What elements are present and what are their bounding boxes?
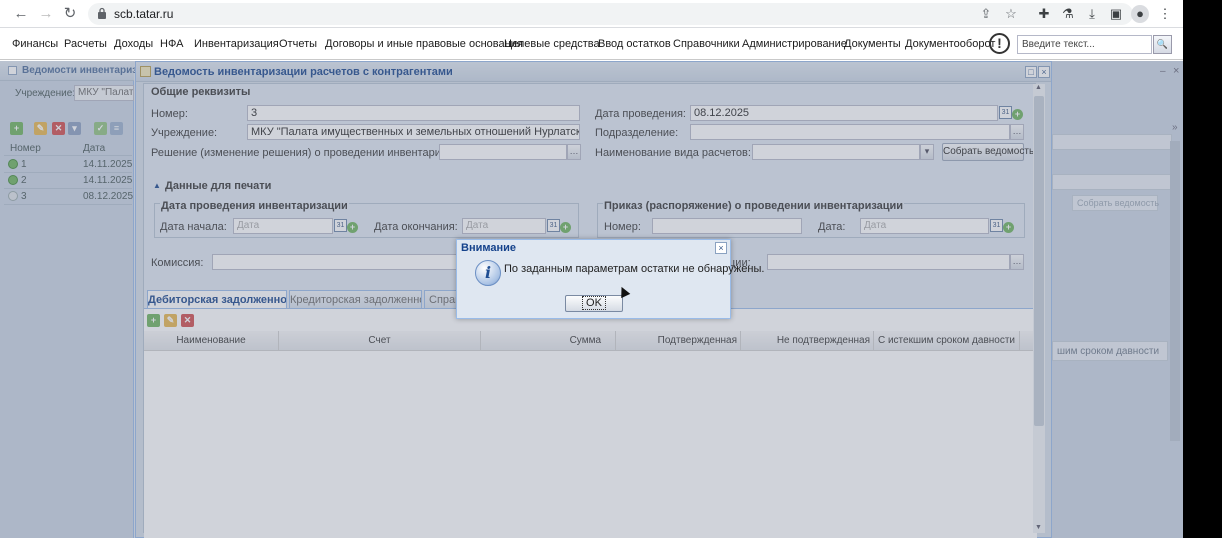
menu-target-funds[interactable]: Целевые средства [504,29,600,59]
extensions-puzzle-icon[interactable]: ✚ [1035,5,1053,23]
dialog-title: Внимание [461,242,516,254]
download-icon[interactable]: ⤓ [1083,5,1101,23]
lab-flask-icon[interactable]: ⚗ [1059,5,1077,23]
dialog-header: Внимание × [457,240,730,257]
menu-administration[interactable]: Администрирование [742,29,847,59]
ok-button[interactable]: OK [565,295,623,312]
app-search-input[interactable]: Введите текст... [1017,35,1152,54]
side-panel-icon[interactable]: ▣ [1107,5,1125,23]
menu-documents[interactable]: Документы [844,29,901,59]
menu-contracts[interactable]: Договоры и иные правовые основания [325,29,523,59]
bookmark-star-icon[interactable]: ☆ [1003,6,1019,22]
exclamation-alert-icon[interactable]: ! [989,33,1010,54]
search-icon[interactable]: 🔍 [1153,35,1172,54]
profile-avatar-icon[interactable]: ● [1131,5,1149,23]
menu-references[interactable]: Справочники [673,29,740,59]
ok-button-label: OK [582,296,606,310]
menu-balance-input[interactable]: Ввод остатков [598,29,671,59]
menu-docflow[interactable]: Документооборот [905,29,995,59]
share-icon[interactable]: ⇪ [978,6,994,22]
menu-nfa[interactable]: НФА [160,29,183,59]
lock-icon [98,7,106,19]
menu-reports[interactable]: Отчеты [279,29,317,59]
browser-toolbar: ← → ↻ scb.tatar.ru ⇪ ☆ ✚ ⚗ ⤓ ▣ ● ⋮ [0,0,1183,28]
url-text: scb.tatar.ru [114,7,174,21]
reload-icon[interactable]: ↻ [60,4,80,24]
menu-settlements[interactable]: Расчеты [64,29,107,59]
dialog-message: По заданным параметрам остатки не обнару… [504,263,765,275]
app-menu-bar: Финансы Расчеты Доходы НФА Инвентаризаци… [0,29,1183,60]
kebab-menu-icon[interactable]: ⋮ [1156,5,1174,23]
attention-dialog: Внимание × i По заданным параметрам оста… [456,239,764,319]
screen-edge-bar [1183,0,1222,538]
back-arrow-icon[interactable]: ← [11,4,31,24]
forward-arrow-icon[interactable]: → [36,4,56,24]
info-icon: i [475,260,501,286]
address-bar[interactable]: scb.tatar.ru ⇪ ☆ [88,3,1133,25]
menu-inventory[interactable]: Инвентаризация [194,29,279,59]
dialog-body: i По заданным параметрам остатки не обна… [460,257,764,289]
menu-finance[interactable]: Финансы [12,29,58,59]
close-icon[interactable]: × [715,242,727,254]
menu-income[interactable]: Доходы [114,29,153,59]
